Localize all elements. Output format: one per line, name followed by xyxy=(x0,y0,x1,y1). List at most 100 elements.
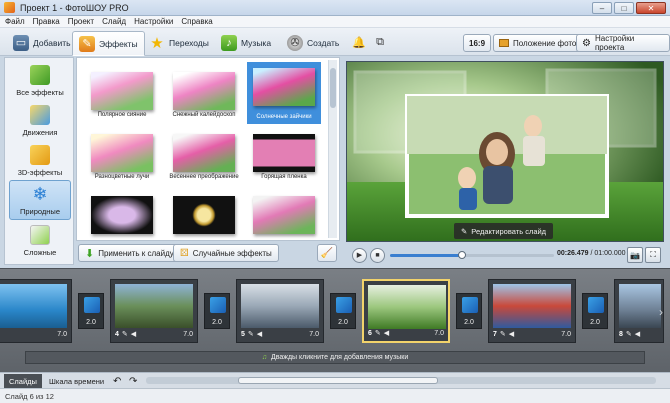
title-bar: Проект 1 - ФотоШОУ PRO – □ ✕ xyxy=(0,0,670,16)
pencil-icon[interactable]: ✎ xyxy=(248,330,254,338)
transition-card[interactable]: 2.0 xyxy=(78,293,104,329)
category-nature[interactable]: ❄ Природные xyxy=(9,180,71,220)
transition-icon xyxy=(336,297,352,313)
tab-add[interactable]: ▭ Добавить xyxy=(6,31,78,54)
speaker-icon[interactable]: ◀ xyxy=(384,329,389,337)
effect-item[interactable] xyxy=(247,190,321,240)
fullscreen-button[interactable]: ⛶ xyxy=(645,247,661,263)
tab-transitions[interactable]: ★ Переходы xyxy=(142,31,216,54)
effect-item[interactable] xyxy=(167,190,241,240)
menu-file[interactable]: Файл xyxy=(5,17,25,26)
aspect-ratio-button[interactable]: 16:9 xyxy=(463,34,492,52)
effect-thumbnail xyxy=(91,72,153,110)
effect-thumbnail xyxy=(173,72,235,110)
pencil-icon[interactable]: ✎ xyxy=(122,330,128,338)
slide-card[interactable]: 4 ✎ ◀ 7.0 xyxy=(110,279,198,343)
tab-create-label: Создать xyxy=(307,37,340,48)
gallery-scrollbar[interactable] xyxy=(328,60,337,238)
edit-slide-label: Редактировать слайд xyxy=(471,226,547,236)
progress-fill xyxy=(390,254,463,257)
timeline-scrollbar[interactable] xyxy=(146,377,656,384)
stop-button[interactable]: ■ xyxy=(370,247,385,263)
slide-card-current[interactable]: 6 ✎ ◀ 7.0 xyxy=(362,279,450,343)
effect-thumbnail xyxy=(173,134,235,172)
effect-sun-glints[interactable]: Солнечные зайчики xyxy=(247,62,321,124)
music-hint: Дважды кликните для добавления музыки xyxy=(271,354,409,361)
redo-icon[interactable]: ↷ xyxy=(124,374,142,388)
playback-progress[interactable] xyxy=(390,251,554,259)
slide-footer: 6 ✎ ◀ 7.0 xyxy=(364,327,448,339)
bell-icon[interactable]: 🔔 xyxy=(352,35,366,49)
play-button[interactable]: ▶ xyxy=(352,247,367,263)
film-reel-icon: ✇ xyxy=(287,34,303,51)
effect-colored-rays[interactable]: Разноцветные лучи xyxy=(85,128,159,184)
random-effects-button[interactable]: ⚄ Случайные эффекты xyxy=(173,244,279,262)
effect-thumbnail xyxy=(253,68,315,106)
pencil-icon[interactable]: ✎ xyxy=(626,330,632,338)
puzzle-icon xyxy=(30,65,50,85)
progress-handle[interactable] xyxy=(458,251,467,259)
edit-slide-button[interactable]: ✎ Редактировать слайд xyxy=(454,223,554,239)
slide-card[interactable]: 7 ✎ ◀ 7.0 xyxy=(488,279,576,343)
minimize-button[interactable]: – xyxy=(592,2,612,14)
effect-burning-film[interactable]: Горящая пленка xyxy=(247,128,321,184)
apply-to-slide-button[interactable]: ⬇ Применить к слайду xyxy=(78,244,181,262)
slide-number: 4 xyxy=(115,330,119,338)
category-movements[interactable]: Движения xyxy=(9,100,71,140)
slide-card[interactable]: 5 ✎ ◀ 7.0 xyxy=(236,279,324,343)
scroll-right-icon[interactable]: › xyxy=(659,305,663,319)
scrollbar-thumb[interactable] xyxy=(238,377,438,384)
menu-edit[interactable]: Правка xyxy=(33,17,60,26)
clear-effects-button[interactable]: 🧹 xyxy=(317,244,337,262)
speaker-icon[interactable]: ◀ xyxy=(509,330,514,338)
project-settings-button[interactable]: ⚙ Настройки проекта xyxy=(576,34,670,52)
category-complex[interactable]: Сложные xyxy=(9,220,71,260)
tab-music[interactable]: ♪ Музыка xyxy=(214,31,278,54)
effect-snow-kaleidoscope[interactable]: Снежный калейдоскоп xyxy=(167,66,241,122)
transition-card[interactable]: 2.0 xyxy=(582,293,608,329)
menu-project[interactable]: Проект xyxy=(68,17,94,26)
snapshot-button[interactable]: 📷 xyxy=(627,247,643,263)
pencil-icon[interactable]: ✎ xyxy=(500,330,506,338)
photo-sync-icon[interactable]: ⧉ xyxy=(373,35,387,49)
close-button[interactable]: ✕ xyxy=(636,2,666,14)
effect-polar-lights[interactable]: Полярное сияние xyxy=(85,66,159,122)
menu-help[interactable]: Справка xyxy=(181,17,212,26)
tab-timeline[interactable]: Шкала времени xyxy=(44,374,109,388)
slide-footer: 7.0 xyxy=(0,328,71,340)
effect-label: Горящая пленка xyxy=(261,174,307,180)
speaker-icon[interactable]: ◀ xyxy=(131,330,136,338)
category-3d-effects[interactable]: 3D-эффекты xyxy=(9,140,71,180)
maximize-button[interactable]: □ xyxy=(614,2,634,14)
category-label: Сложные xyxy=(23,248,57,257)
speaker-icon[interactable]: ◀ xyxy=(257,330,262,338)
playback-time: 00:26.479 / 01:00.000 xyxy=(557,250,626,257)
effect-item[interactable] xyxy=(85,190,159,240)
category-all-effects[interactable]: Все эффекты xyxy=(9,60,71,100)
slide-footer: 7 ✎ ◀ 7.0 xyxy=(489,328,575,340)
transition-duration: 2.0 xyxy=(464,319,474,326)
scrollbar-thumb[interactable] xyxy=(330,68,336,108)
effect-label: Полярное сияние xyxy=(97,112,147,118)
transition-card[interactable]: 2.0 xyxy=(330,293,356,329)
current-time: 00:26.479 xyxy=(557,250,589,257)
speaker-icon[interactable]: ◀ xyxy=(635,330,640,338)
slide-thumbnail xyxy=(115,284,193,328)
tab-create[interactable]: ✇ Создать xyxy=(280,31,346,54)
transition-card[interactable]: 2.0 xyxy=(204,293,230,329)
music-icon: ♪ xyxy=(221,34,237,51)
photo-position-button[interactable]: Положение фото xyxy=(493,34,583,52)
window-controls: – □ ✕ xyxy=(592,2,666,14)
pencil-icon[interactable]: ✎ xyxy=(375,329,381,337)
transition-card[interactable]: 2.0 xyxy=(456,293,482,329)
menu-settings[interactable]: Настройки xyxy=(134,17,173,26)
music-track[interactable]: ♫ Дважды кликните для добавления музыки xyxy=(25,351,645,364)
apply-to-slide-label: Применить к слайду xyxy=(98,248,174,258)
slide-card[interactable]: 8 ✎ ◀ xyxy=(614,279,664,343)
menu-slide[interactable]: Слайд xyxy=(102,17,126,26)
tab-effects[interactable]: ✎ Эффекты xyxy=(72,31,145,56)
effect-spring-transformation[interactable]: Весеннее преображение xyxy=(167,128,241,184)
tab-slides[interactable]: Слайды xyxy=(4,374,42,388)
transition-icon xyxy=(84,297,100,313)
slide-card[interactable]: 7.0 xyxy=(0,279,72,343)
